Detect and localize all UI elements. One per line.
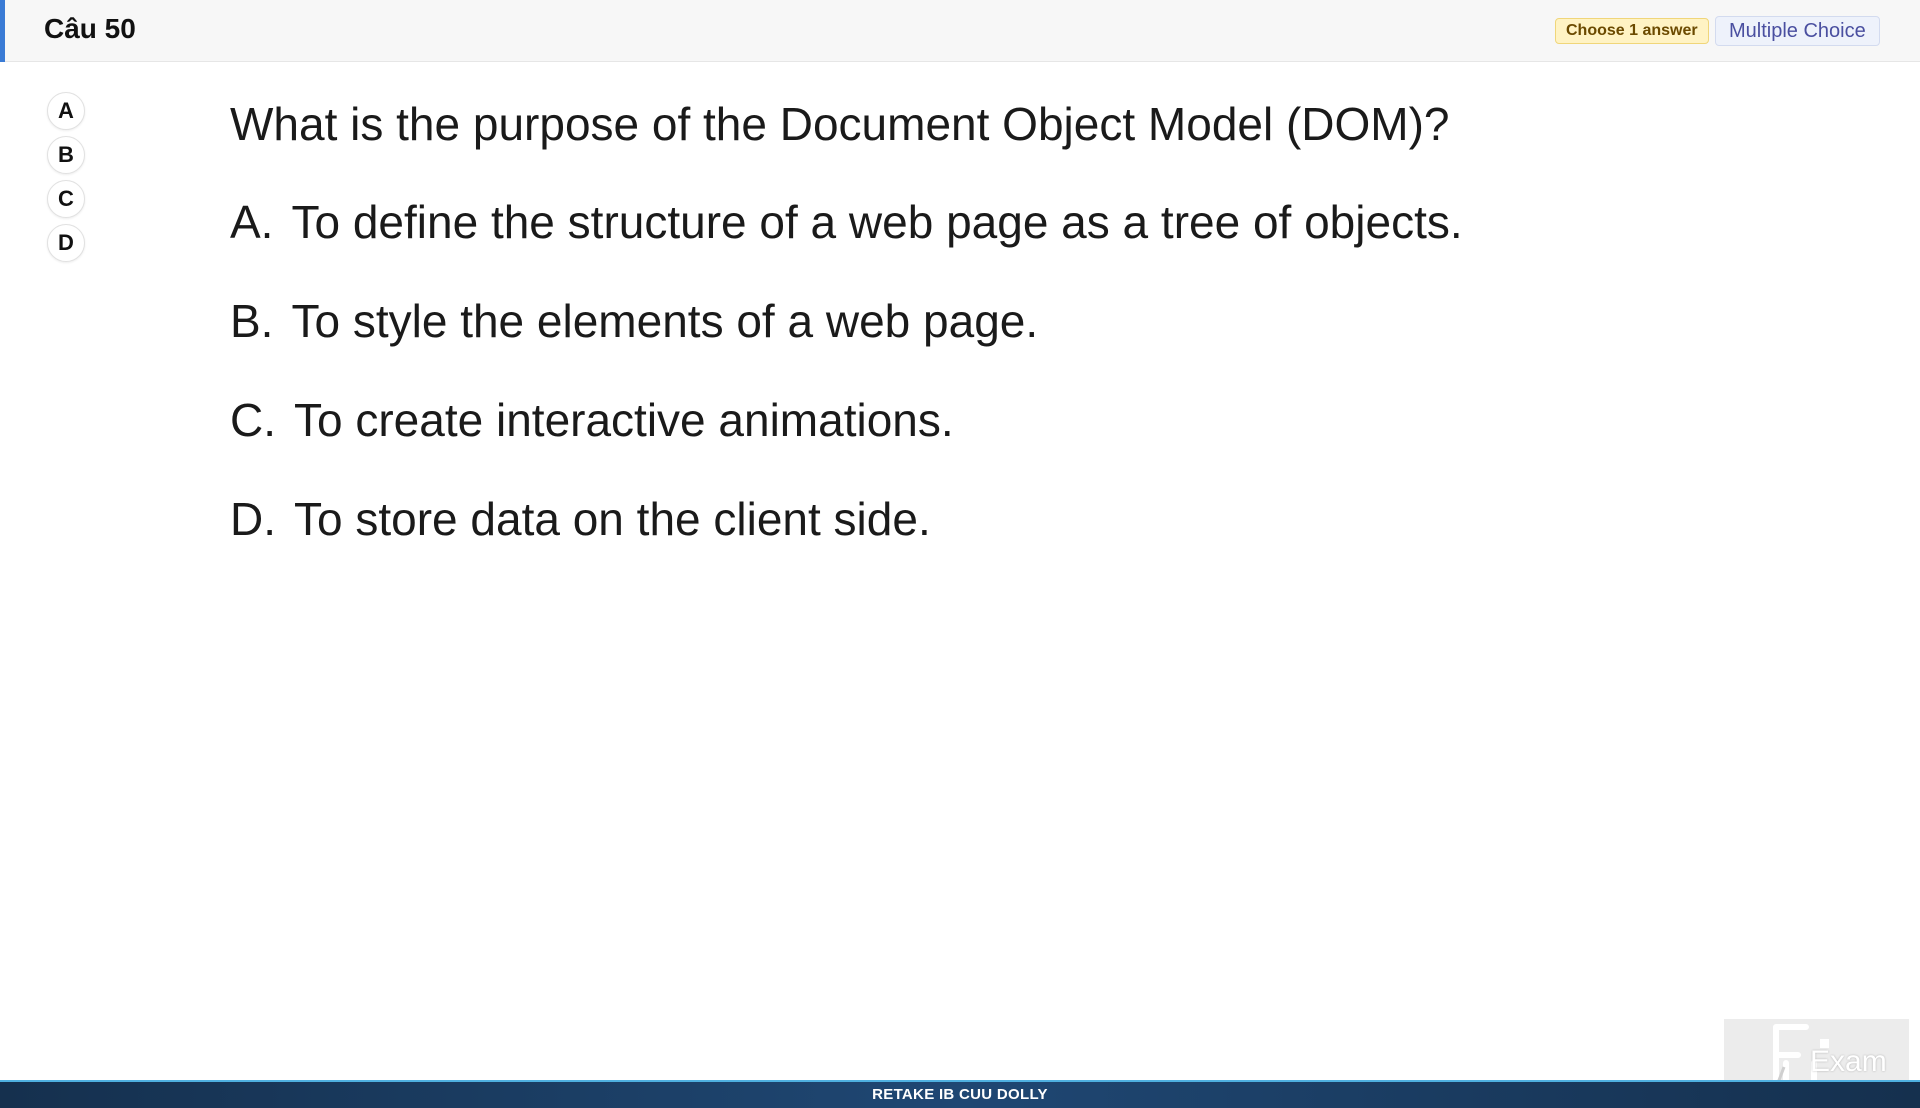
option-b: B. To style the elements of a web page. (230, 293, 1038, 349)
question-text: What is the purpose of the Document Obje… (230, 98, 1450, 150)
option-letter: A. (230, 196, 274, 248)
footer-bar: RETAKE IB CUU DOLLY (0, 1080, 1920, 1108)
option-c: C. To create interactive animations. (230, 392, 954, 448)
answer-button-a[interactable]: A (47, 92, 85, 130)
option-text: To define the structure of a web page as… (291, 196, 1463, 248)
footer-text: RETAKE IB CUU DOLLY (872, 1086, 1048, 1103)
question-type-badge: Multiple Choice (1715, 16, 1880, 46)
answer-button-d[interactable]: D (47, 224, 85, 262)
question-number-title: Câu 50 (44, 13, 136, 44)
question-header: Câu 50 Choose 1 answer Multiple Choice (0, 0, 1920, 62)
option-letter: C. (230, 394, 276, 446)
answer-button-b[interactable]: B (47, 136, 85, 174)
option-letter: B. (230, 295, 274, 347)
option-letter: D. (230, 493, 276, 545)
header-accent-bar (0, 0, 5, 62)
option-d: D. To store data on the client side. (230, 491, 931, 547)
option-text: To style the elements of a web page. (291, 295, 1039, 347)
option-text: To store data on the client side. (294, 493, 931, 545)
option-a: A. To define the structure of a web page … (230, 194, 1463, 250)
option-text: To create interactive animations. (294, 394, 954, 446)
logo-text: Exam (1810, 1045, 1887, 1078)
choose-count-badge: Choose 1 answer (1555, 18, 1709, 44)
answer-button-c[interactable]: C (47, 180, 85, 218)
